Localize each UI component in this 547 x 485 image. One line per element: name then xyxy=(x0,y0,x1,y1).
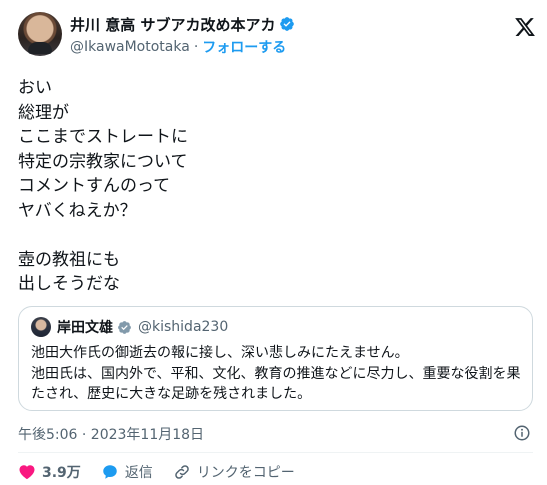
quoted-tweet[interactable]: 岸田文雄 @kishida230 池田大作氏の御逝去の報に接し、深い悲しみにたえ… xyxy=(18,306,533,411)
reply-button[interactable]: 返信 xyxy=(101,462,153,482)
quoted-tweet-text: 池田大作氏の御逝去の報に接し、深い悲しみにたえません。 池田氏は、国内外で、平和… xyxy=(31,345,521,402)
copy-link-button[interactable]: リンクをコピー xyxy=(173,462,295,482)
author-avatar[interactable] xyxy=(18,12,62,56)
author-handle[interactable]: @IkawaMototaka xyxy=(70,39,190,55)
author-handle-row: @IkawaMototaka · フォローする xyxy=(70,37,286,57)
separator-dot: · xyxy=(193,39,199,55)
speech-bubble-icon xyxy=(103,465,117,479)
tweet-timestamp[interactable]: 午後5:06 · 2023年11月18日 xyxy=(18,424,204,444)
author-display-name[interactable]: 井川 意高 サブアカ改め本アカ xyxy=(70,14,275,35)
tweet-text: おい 総理が ここまでストレートに 特定の宗教家について コメントすんのって ヤ… xyxy=(18,78,188,294)
x-logo-icon[interactable] xyxy=(514,16,536,38)
link-icon xyxy=(175,465,189,479)
like-count: 3.9万 xyxy=(42,465,81,481)
follow-button[interactable]: フォローする xyxy=(202,37,286,57)
quoted-author-name: 岸田文雄 xyxy=(57,320,113,336)
like-button[interactable]: 3.9万 xyxy=(18,462,81,482)
heart-icon xyxy=(19,465,35,480)
verified-badge-icon[interactable] xyxy=(279,16,295,32)
reply-label: 返信 xyxy=(124,465,153,481)
divider xyxy=(18,452,533,453)
copy-link-label: リンクをコピー xyxy=(196,465,295,481)
quoted-author-avatar xyxy=(31,317,51,337)
author-name-row: 井川 意高 サブアカ改め本アカ xyxy=(70,14,295,34)
quoted-author-handle: @kishida230 xyxy=(138,319,229,335)
tweet-header: 井川 意高 サブアカ改め本アカ @IkawaMototaka · フォローする xyxy=(18,12,538,62)
quoted-verified-badge-icon xyxy=(118,320,131,334)
action-bar: 3.9万 返信 リンクをコピー xyxy=(18,462,315,482)
info-icon[interactable] xyxy=(513,424,531,442)
tweet-meta: 午後5:06 · 2023年11月18日 xyxy=(18,424,533,444)
quoted-tweet-header: 岸田文雄 @kishida230 xyxy=(31,317,228,337)
